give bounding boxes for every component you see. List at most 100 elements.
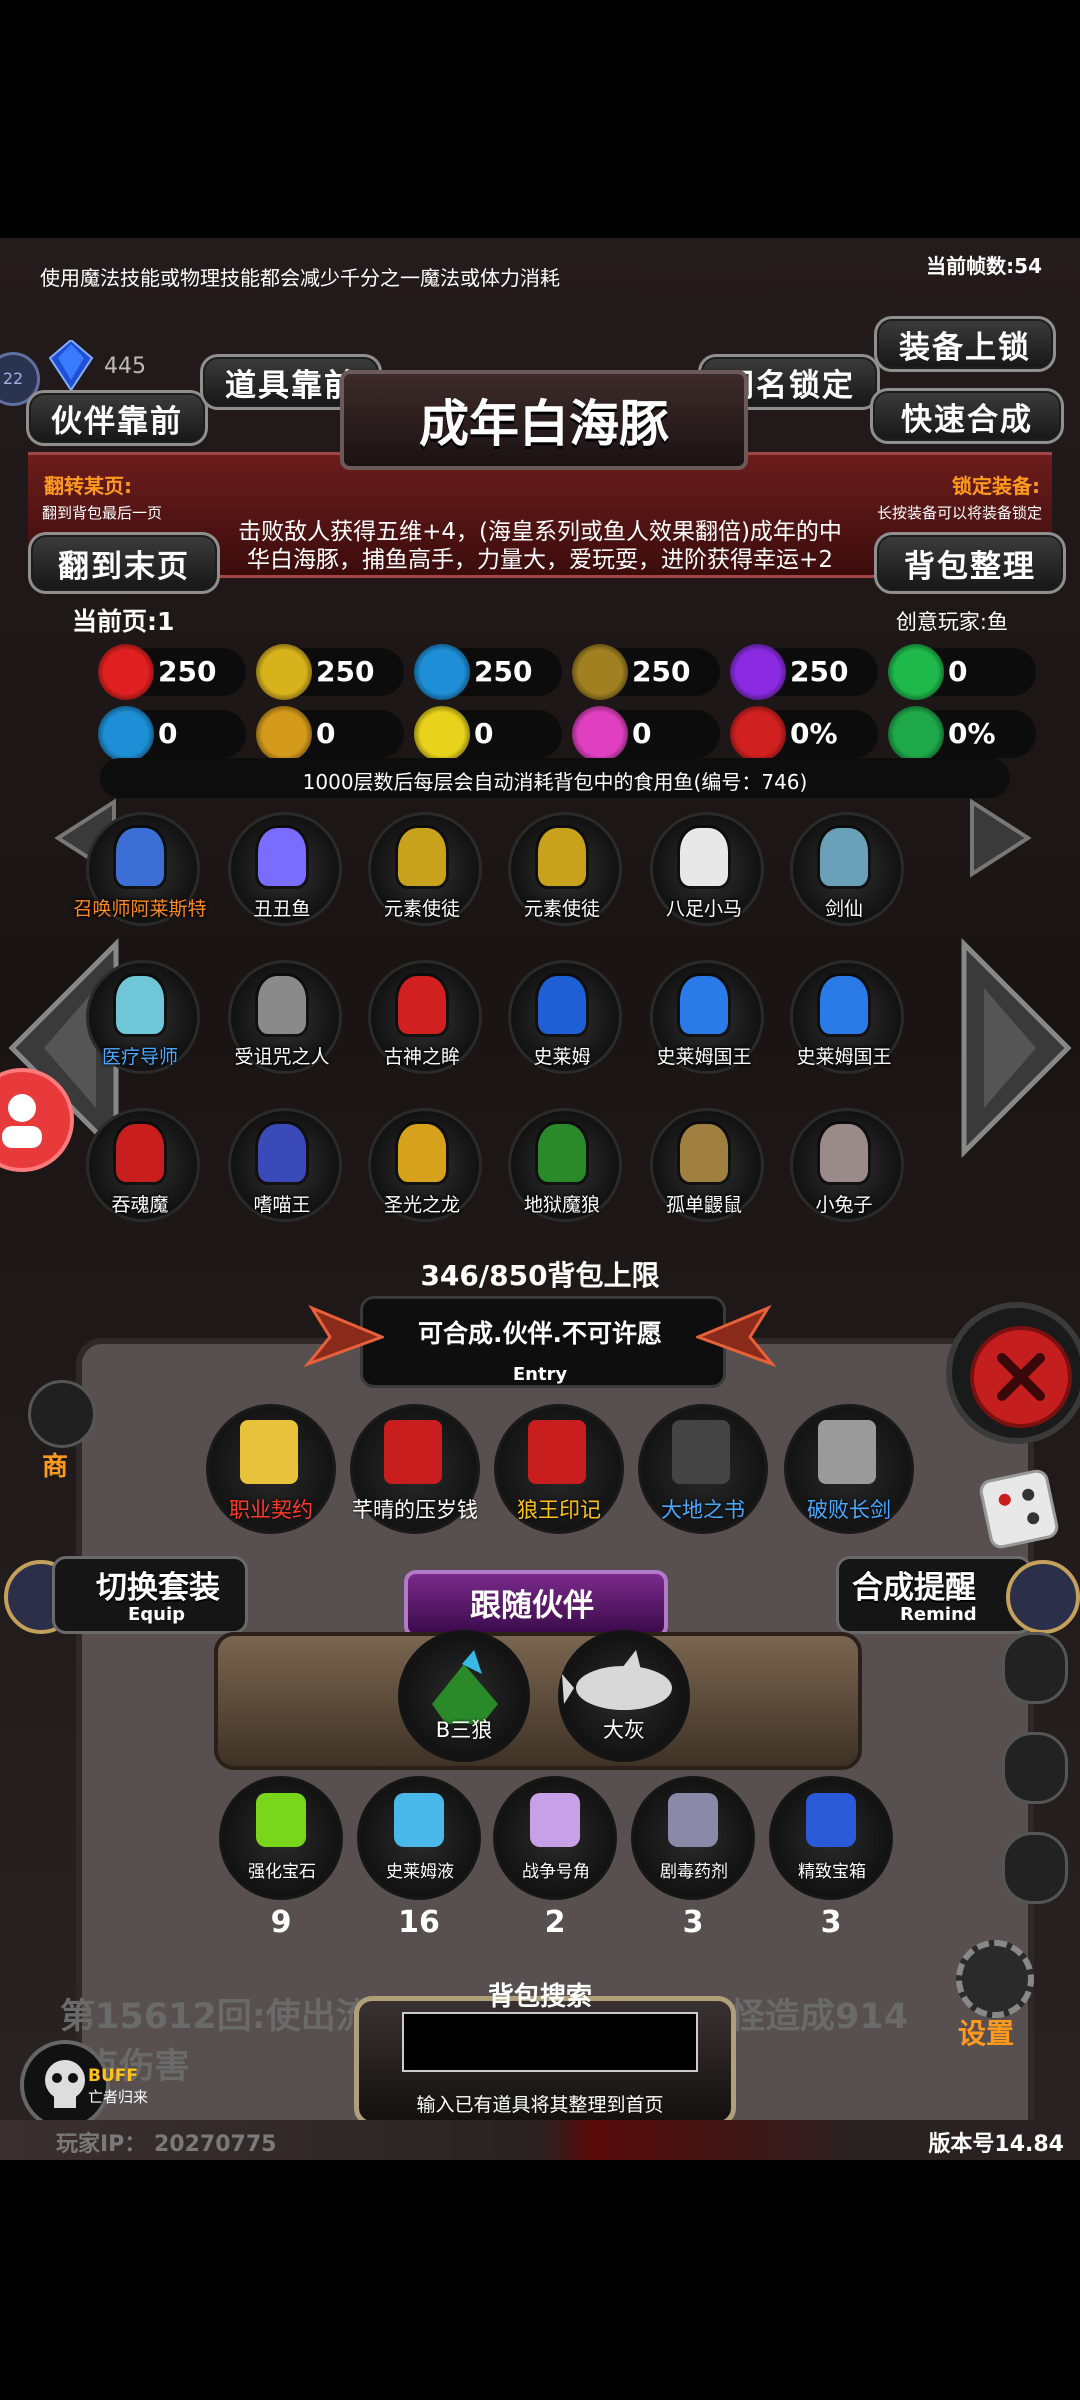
creature-slot[interactable]: 剑仙 bbox=[784, 812, 904, 932]
creature-sprite-icon bbox=[398, 1124, 446, 1182]
creature-slot[interactable]: 史莱姆国王 bbox=[784, 960, 904, 1080]
switch-suit-sub: Equip bbox=[128, 1604, 186, 1625]
creature-slot[interactable]: 医疗导师 bbox=[80, 960, 200, 1080]
equip-item[interactable]: 芊晴的压岁钱 bbox=[350, 1404, 480, 1534]
armor-icon bbox=[414, 644, 470, 700]
creature-name: 史莱姆国王 bbox=[796, 1046, 892, 1068]
consumable-slot[interactable]: 强化宝石 9 bbox=[219, 1776, 343, 1940]
entry-text: 可合成.伙伴.不可许愿 bbox=[418, 1319, 662, 1348]
next-page-small-arrow[interactable] bbox=[966, 798, 1036, 878]
creature-slot[interactable]: 元素使徒 bbox=[502, 812, 622, 932]
side-icon-3[interactable] bbox=[1002, 1832, 1068, 1904]
creature-slot[interactable]: 召唤师阿莱斯特 bbox=[73, 812, 207, 932]
next-page-large-arrow[interactable] bbox=[960, 937, 1076, 1159]
consumable-name: 战争号角 bbox=[522, 1862, 590, 1882]
side-icon-1[interactable] bbox=[1002, 1632, 1068, 1704]
creature-sprite-icon bbox=[680, 976, 728, 1034]
go-last-page-button[interactable]: 翻到末页 bbox=[28, 532, 220, 594]
bag-search-title: 背包搜索 bbox=[487, 1982, 592, 2012]
equip-name: 破败长剑 bbox=[807, 1498, 891, 1522]
switch-suit-label: 切换套装 bbox=[96, 1570, 220, 1606]
consumable-slot[interactable]: 精致宝箱 3 bbox=[769, 1776, 893, 1940]
follow-partner-1-name: B三狼 bbox=[435, 1718, 493, 1742]
profile-bubble[interactable] bbox=[0, 1068, 74, 1172]
consumable-slot[interactable]: 战争号角 2 bbox=[493, 1776, 617, 1940]
stat-pill: 0格挡 bbox=[414, 706, 562, 783]
equip-sprite-icon bbox=[818, 1420, 876, 1484]
bag-sort-button[interactable]: 背包整理 bbox=[874, 532, 1066, 594]
creature-name: 吞魂魔 bbox=[111, 1194, 169, 1216]
stat-value: 250 bbox=[632, 655, 691, 688]
creature-slot[interactable]: 史莱姆 bbox=[502, 960, 622, 1080]
creature-name: 医疗导师 bbox=[101, 1046, 178, 1068]
consumable-name: 剧毒药剂 bbox=[660, 1862, 728, 1882]
shop-button[interactable]: 商 bbox=[20, 1380, 96, 1490]
equip-item[interactable]: 职业契约 bbox=[206, 1404, 336, 1534]
consumable-slot[interactable]: 剧毒药剂 3 bbox=[631, 1776, 755, 1940]
flip-page-label: 翻转某页: bbox=[44, 474, 132, 498]
creature-name: 元素使徒 bbox=[523, 898, 600, 920]
creature-sprite-icon bbox=[116, 1124, 164, 1182]
bag-search-input[interactable] bbox=[402, 2012, 698, 2072]
buff-sub: 亡者归来 bbox=[88, 2088, 149, 2106]
creature-slot[interactable]: 地狱魔狼 bbox=[502, 1108, 622, 1228]
consumable-sprite-icon bbox=[806, 1793, 856, 1847]
item-front-label: 道具靠前 bbox=[225, 367, 357, 404]
creature-name: 丑丑鱼 bbox=[253, 898, 311, 920]
creature-slot[interactable]: 圣光之龙 bbox=[362, 1108, 482, 1228]
equip-name: 大地之书 bbox=[661, 1498, 745, 1522]
creature-sprite-icon bbox=[538, 1124, 586, 1182]
consumable-count: 9 bbox=[270, 1905, 292, 1940]
strength-icon bbox=[256, 644, 312, 700]
creature-slot[interactable]: 史莱姆国王 bbox=[644, 960, 764, 1080]
quick-merge-button[interactable]: 快速合成 bbox=[870, 388, 1064, 444]
creature-slot[interactable]: 丑丑鱼 bbox=[222, 812, 342, 932]
creature-slot[interactable]: 吞魂魔 bbox=[80, 1108, 200, 1228]
consumable-count: 3 bbox=[820, 1905, 842, 1940]
creature-slot[interactable]: 元素使徒 bbox=[362, 812, 482, 932]
creature-slot[interactable]: 嗜喵王 bbox=[222, 1108, 342, 1228]
creature-name: 地狱魔狼 bbox=[523, 1194, 600, 1216]
item-description: 击败敌人获得五维+4，(海皇系列或鱼人效果翻倍)成年的中华白海豚，捕鱼高手，力量… bbox=[238, 519, 842, 573]
damage-up-icon bbox=[730, 706, 786, 762]
stat-pill: 0%减伤 bbox=[888, 706, 1036, 783]
settings-button[interactable]: 设置 bbox=[952, 1940, 1034, 2050]
creature-slot[interactable]: 小兔子 bbox=[784, 1108, 904, 1228]
equip-item[interactable]: 破败长剑 bbox=[784, 1404, 914, 1534]
partner-front-button[interactable]: 伙伴靠前 bbox=[26, 390, 208, 446]
creature-slot[interactable]: 受诅咒之人 bbox=[222, 960, 342, 1080]
creature-slot[interactable]: 古神之眸 bbox=[362, 960, 482, 1080]
heart-icon bbox=[98, 644, 154, 700]
consumable-sprite-icon bbox=[530, 1793, 580, 1847]
creature-name: 史莱姆国王 bbox=[656, 1046, 752, 1068]
settings-label: 设置 bbox=[958, 2017, 1015, 2050]
creature-sprite-icon bbox=[258, 1124, 306, 1182]
damage-down-icon bbox=[888, 706, 944, 762]
creature-slot[interactable]: 八足小马 bbox=[644, 812, 764, 932]
lock-equip-label: 锁定装备: bbox=[952, 474, 1040, 498]
close-button[interactable] bbox=[946, 1302, 1080, 1444]
consumable-slot[interactable]: 史莱姆液 16 bbox=[357, 1776, 481, 1940]
switch-suit-button[interactable]: 切换套装 Equip bbox=[4, 1548, 248, 1636]
dice-icon[interactable] bbox=[977, 1467, 1061, 1551]
creature-name: 剑仙 bbox=[824, 898, 863, 920]
merge-remind-button[interactable]: 合成提醒 Remind bbox=[836, 1548, 1080, 1636]
flip-page-sub: 翻到背包最后一页 bbox=[42, 504, 163, 522]
version: 版本号14.84 bbox=[928, 2132, 1064, 2157]
follow-partner-1[interactable]: B三狼 bbox=[398, 1630, 530, 1762]
creature-name: 孤单鼹鼠 bbox=[665, 1194, 742, 1216]
stat-pill: 0%增伤 bbox=[730, 706, 878, 783]
dodge-icon bbox=[98, 706, 154, 762]
equip-lock-button[interactable]: 装备上锁 bbox=[874, 316, 1056, 372]
creature-slot[interactable]: 孤单鼹鼠 bbox=[644, 1108, 764, 1228]
stat-pill: 0无敌 bbox=[572, 706, 720, 783]
follow-partner-2[interactable]: 大灰 bbox=[558, 1630, 690, 1762]
gear-icon bbox=[956, 1940, 1034, 2018]
equip-item[interactable]: 大地之书 bbox=[638, 1404, 768, 1534]
equip-item[interactable]: 狼王印记 bbox=[494, 1404, 624, 1534]
creature-sprite-icon bbox=[116, 828, 164, 886]
creature-sprite-icon bbox=[538, 976, 586, 1034]
quick-merge-label: 快速合成 bbox=[901, 401, 1033, 438]
consumable-count: 16 bbox=[398, 1905, 440, 1940]
side-icon-2[interactable] bbox=[1002, 1732, 1068, 1804]
